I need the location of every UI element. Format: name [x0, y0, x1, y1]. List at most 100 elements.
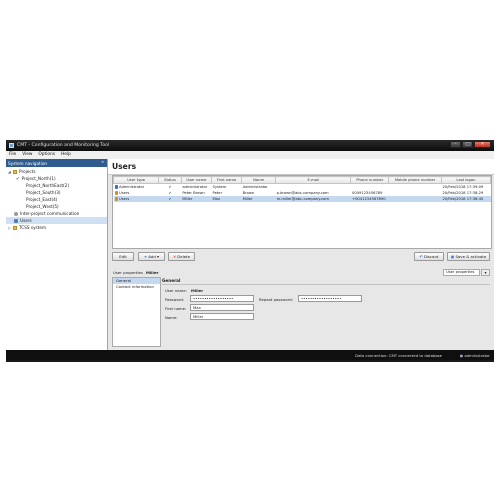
user-icon [114, 191, 118, 195]
save-activate-button[interactable]: ▣Save & activate [447, 252, 490, 261]
tree-item-project-northeast[interactable]: Project_NorthEast(2) [26, 182, 69, 189]
maximize-button[interactable]: □ [462, 141, 473, 148]
cell-text: Users [119, 197, 130, 201]
add-button-label: Add [148, 254, 156, 259]
cell-user-type: Users [113, 196, 159, 202]
repeat-password-label: Repeat password: [259, 297, 293, 302]
column-header-name[interactable]: Name [241, 176, 277, 184]
minimize-button[interactable]: – [450, 141, 461, 148]
tree-item-project-west[interactable]: Project_West(5) [26, 203, 59, 210]
current-user-label: administrator [464, 353, 490, 358]
page-title: Users [112, 162, 137, 171]
page-title-bar: Users [108, 159, 494, 175]
first-name-field[interactable]: Max [190, 304, 254, 311]
edit-button-label: Edit [119, 254, 127, 259]
tree-item-label: Project_East(4) [26, 197, 58, 202]
repeat-password-field[interactable]: •••••••••••••••••• [298, 295, 362, 302]
menu-file[interactable]: File [6, 151, 19, 159]
delete-button-label: Delete [177, 254, 191, 259]
users-table: User type Status User name First name Na… [112, 175, 492, 249]
cell-phone: +0041234567890 [350, 196, 389, 202]
delete-button[interactable]: ✕Delete [168, 252, 195, 261]
tree-item-label: Projects [19, 169, 36, 174]
tree-item-projects[interactable]: ◢ Projects [8, 168, 36, 175]
chevron-down-icon[interactable]: ▾ [481, 269, 490, 276]
cell-user-name: Miller [181, 196, 212, 202]
properties-selector[interactable]: User properties [443, 269, 480, 276]
column-header-email[interactable]: E-mail [275, 176, 352, 184]
tree-item-label: Project_North(1) [21, 176, 56, 181]
plus-icon: + [143, 254, 148, 259]
name-label: Name: [165, 315, 178, 320]
tree-item-project-south[interactable]: Project_South(3) [26, 189, 61, 196]
admin-user-icon [114, 185, 118, 189]
first-name-label: First name: [165, 306, 187, 311]
title-bar: CMT - Configuration and Monitoring Tool … [6, 140, 494, 151]
tree-item-users[interactable]: Users [6, 217, 107, 224]
password-label: Password: [165, 297, 185, 302]
current-user: ● administrator [460, 353, 490, 358]
table-row-selected[interactable]: Users ✔ Miller Max Miller m.miller@abc-c… [113, 196, 491, 202]
menu-help[interactable]: Help [58, 151, 74, 159]
tree-item-label: Inter-project communication [20, 211, 80, 216]
column-header-first-name[interactable]: First name [210, 176, 243, 184]
section-divider [162, 284, 490, 285]
add-button[interactable]: +Add ▾ [138, 252, 165, 261]
properties-user: Miller [145, 270, 159, 275]
properties-tab-list: General Contact information [112, 277, 161, 347]
tree-item-label: Users [20, 218, 32, 223]
column-header-phone[interactable]: Phone number [350, 176, 390, 184]
cell-name: Miller [241, 196, 276, 202]
cell-first-name: Max [211, 196, 242, 202]
save-icon: ▣ [450, 254, 455, 259]
checkmark-icon: ✔ [16, 176, 20, 181]
tab-contact-information[interactable]: Contact information [113, 284, 160, 290]
edit-button[interactable]: Edit [112, 252, 134, 261]
cell-text: Users [119, 191, 130, 195]
app-icon [9, 143, 14, 148]
column-header-user-name[interactable]: User name [180, 176, 213, 184]
name-field[interactable]: Miller [190, 313, 254, 320]
properties-label: User properties [113, 270, 143, 275]
user-icon [114, 197, 118, 201]
section-title: General [162, 278, 181, 283]
menu-bar: File View Options Help [6, 151, 494, 159]
undo-icon: ↶ [419, 254, 423, 259]
users-panel: Users User type Status User name First n… [108, 159, 494, 350]
cell-email: m.miller@abc-company.com [275, 196, 351, 202]
properties-title: User properties Miller [113, 270, 158, 275]
username-label: User name: [165, 288, 187, 293]
tree-item-label: TCSS system [19, 225, 47, 230]
connection-status: Data connection: CMT connected to databa… [355, 353, 442, 358]
nav-header: System navigation « [6, 159, 107, 167]
menu-view[interactable]: View [19, 151, 35, 159]
menu-options[interactable]: Options [35, 151, 58, 159]
column-header-status[interactable]: Status [158, 176, 182, 184]
status-bar: Data connection: CMT connected to databa… [6, 350, 494, 360]
discard-button[interactable]: ↶Discard [414, 252, 444, 261]
tree-item-label: Project_NorthEast(2) [26, 183, 70, 188]
column-header-user-type[interactable]: User type [112, 176, 160, 184]
tree-item-inter-project[interactable]: Inter-project communication [14, 210, 79, 217]
properties-header: User properties Miller User properties ▾ [112, 269, 490, 276]
general-section: General User name: Miller Password: ••••… [162, 277, 492, 345]
delete-icon: ✕ [172, 254, 177, 259]
chevron-down-icon: ▾ [157, 254, 159, 259]
tree-item-project-east[interactable]: Project_East(4) [26, 196, 57, 203]
tree-item-label: Project_West(5) [26, 204, 59, 209]
cell-last-logon: 20/Feb/2018 17:38:45 [441, 196, 491, 202]
nav-header-label: System navigation [8, 160, 48, 166]
tree-item-tcss-system[interactable]: ▷ TCSS system [8, 224, 46, 231]
tree-item-project-north[interactable]: ✔ Project_North(1) [16, 175, 56, 182]
action-toolbar: Edit +Add ▾ ✕Delete ↶Discard ▣Save & act… [112, 252, 490, 262]
cell-mobile [388, 196, 442, 202]
collapse-nav-icon[interactable]: « [101, 160, 104, 165]
cell-status: ✔ [158, 196, 182, 202]
column-header-mobile[interactable]: Mobile phone number [388, 176, 442, 184]
close-button[interactable]: ✕ [474, 141, 491, 148]
password-field[interactable]: •••••••••••••••••• [190, 295, 254, 302]
column-header-last-logon[interactable]: Last logon [440, 176, 492, 184]
folder-icon [13, 226, 17, 230]
system-navigation: System navigation « ◢ Projects ✔ Project_N… [6, 159, 108, 350]
tree-item-label: Project_South(3) [26, 190, 61, 195]
